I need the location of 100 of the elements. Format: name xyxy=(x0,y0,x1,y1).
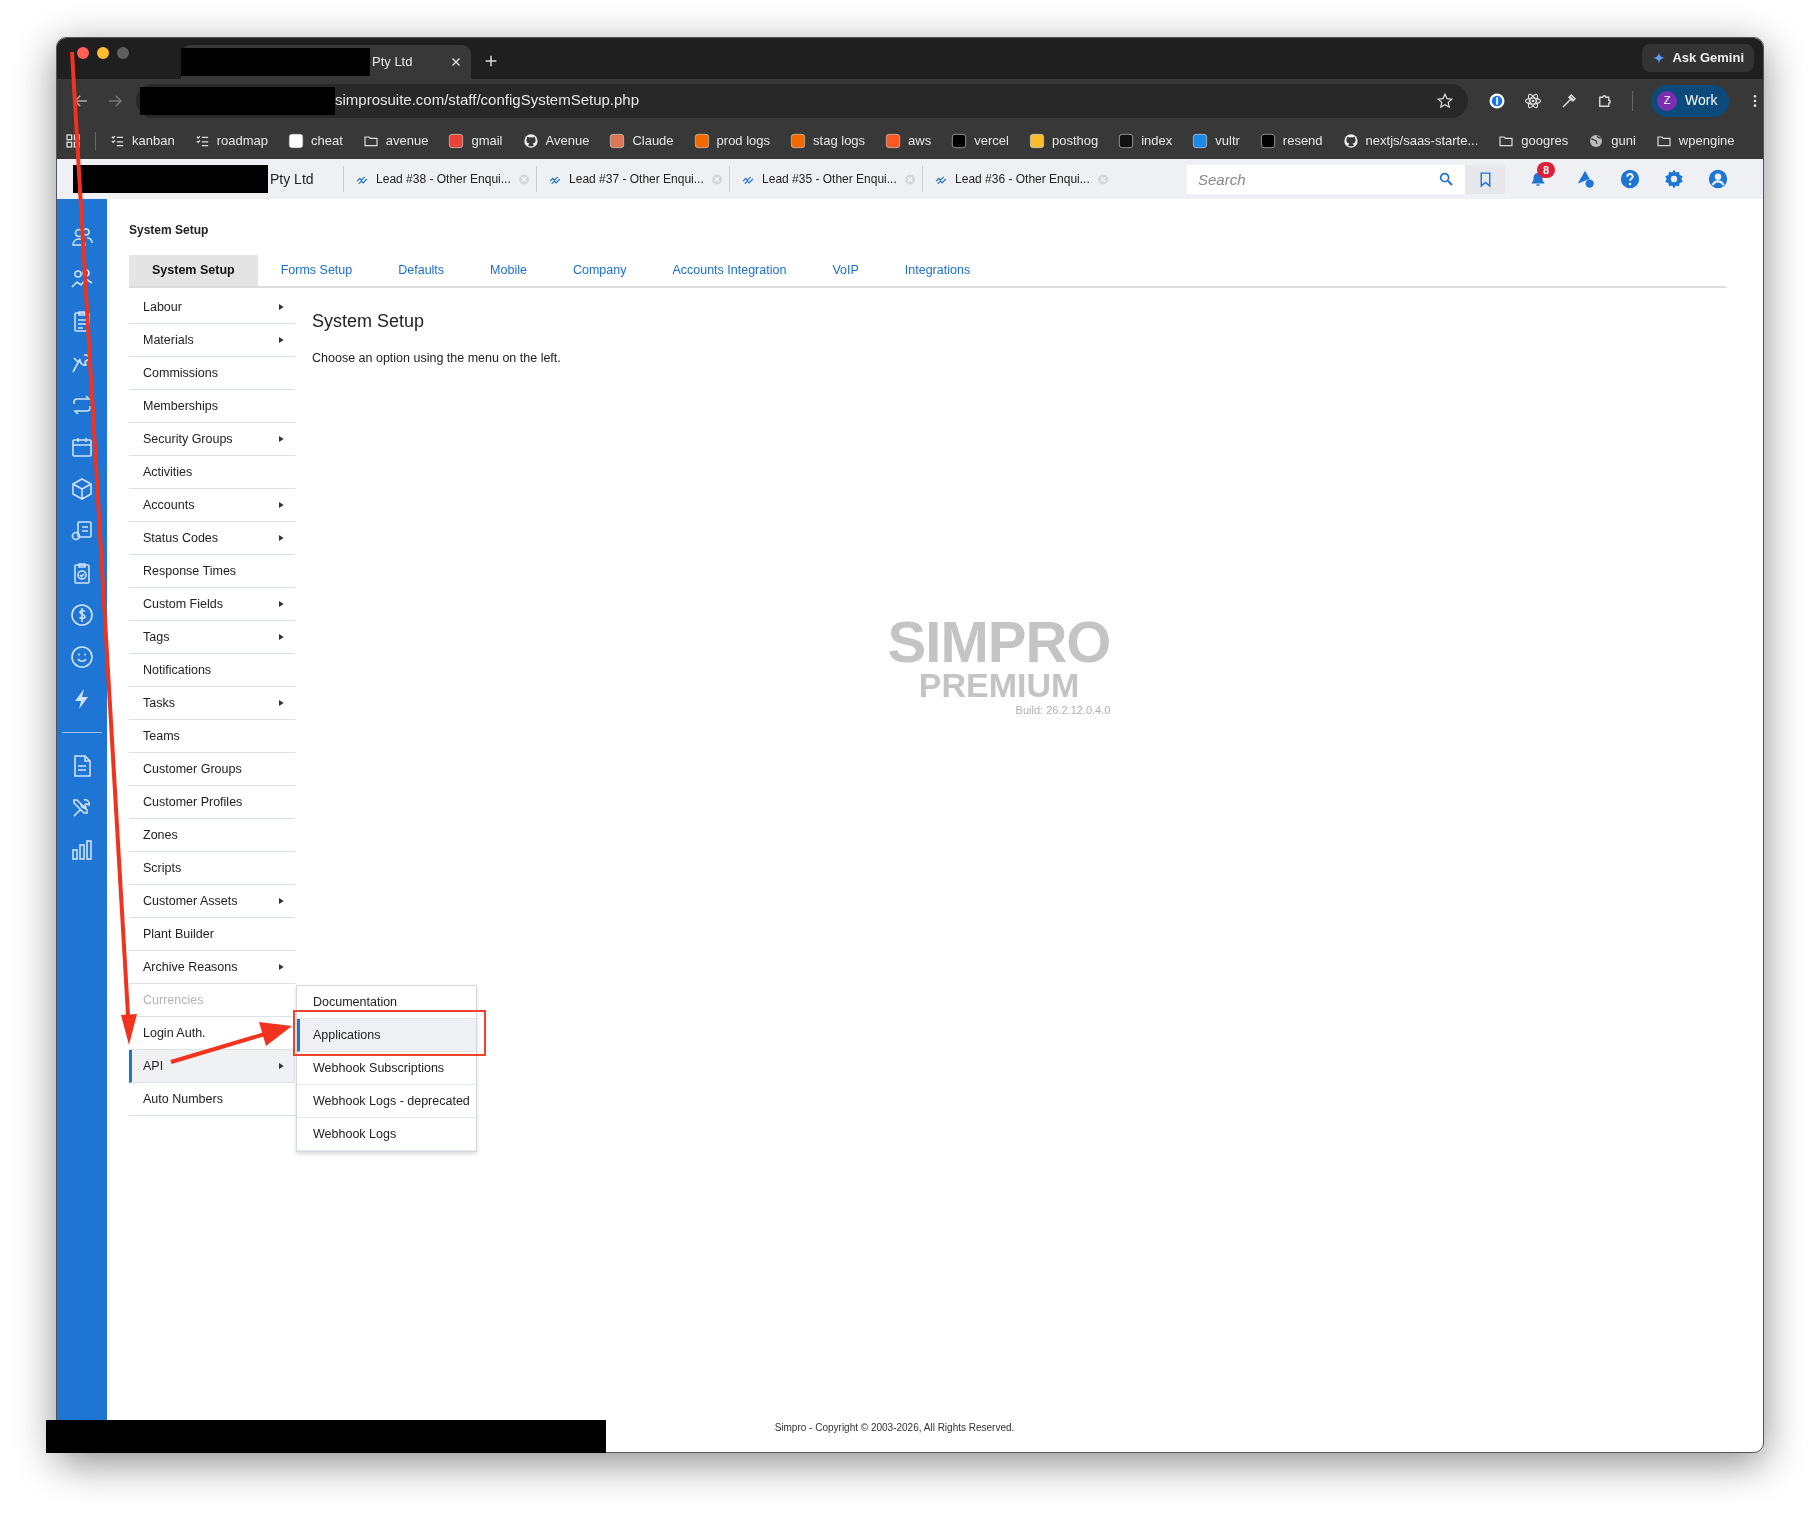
menu-item[interactable]: Customer Assets xyxy=(129,885,295,918)
address-bar[interactable]: simprosuite.com/staff/configSystemSetup.php xyxy=(136,83,1468,118)
atom-icon[interactable] xyxy=(1524,91,1542,110)
notifications-button[interactable]: 8 xyxy=(1523,164,1553,194)
bookmark[interactable]: stag logs xyxy=(790,130,866,151)
settings-icon[interactable] xyxy=(1663,168,1685,190)
browser-tab[interactable]: Pty Ltd xyxy=(181,45,471,79)
bookmark[interactable]: avenue xyxy=(362,130,429,151)
settings-tab[interactable]: Defaults xyxy=(375,255,468,286)
menu-item[interactable]: Tasks xyxy=(129,687,295,720)
checklist-icon xyxy=(194,133,210,148)
menu-item[interactable]: Auto Numbers xyxy=(129,1083,295,1116)
menu-item[interactable]: Notifications xyxy=(129,654,295,687)
calendar-icon[interactable] xyxy=(70,435,94,459)
bookmark[interactable]: Claude xyxy=(609,130,674,151)
document-circles-icon[interactable] xyxy=(70,519,94,543)
notification-count: 8 xyxy=(1537,161,1556,178)
bookmark[interactable]: index xyxy=(1118,130,1173,151)
menu-item[interactable]: Status Codes xyxy=(129,522,295,555)
bookmark[interactable]: vultr xyxy=(1192,130,1240,151)
settings-tab[interactable]: Accounts Integration xyxy=(649,255,810,286)
menu-item[interactable]: Teams xyxy=(129,720,295,753)
eyedropper-icon[interactable] xyxy=(1560,91,1578,110)
bookmark[interactable]: gmail xyxy=(448,130,503,151)
window-control-icon[interactable] xyxy=(97,47,109,59)
bookmark[interactable]: Avenue xyxy=(522,130,590,151)
octocat-icon xyxy=(522,132,539,149)
user-account-icon[interactable] xyxy=(1707,168,1729,190)
menu-item[interactable]: Memberships xyxy=(129,390,295,423)
repeat-icon[interactable] xyxy=(70,393,94,417)
bookmark[interactable]: cheat xyxy=(287,130,343,151)
record-tab[interactable]: Lead #35 - Other Enqui... xyxy=(729,166,922,192)
menu-item[interactable]: Response Times xyxy=(129,555,295,588)
bookmark[interactable]: posthog xyxy=(1028,130,1099,151)
submenu-arrow-icon xyxy=(277,534,285,542)
page-description: Choose an option using the menu on the left. xyxy=(312,350,562,367)
submenu-arrow-icon xyxy=(277,699,285,707)
menu-item[interactable]: Tags xyxy=(129,621,295,654)
window-control-icon[interactable] xyxy=(77,47,89,59)
record-tab[interactable]: Lead #36 - Other Enqui... xyxy=(922,166,1115,192)
menu-item[interactable]: Customer Groups xyxy=(129,753,295,786)
profile-button[interactable]: Z Work xyxy=(1651,84,1729,117)
menu-item[interactable]: Scripts xyxy=(129,852,295,885)
bookmark[interactable]: prod logs xyxy=(693,130,771,151)
bookmark[interactable]: roadmap xyxy=(194,130,268,151)
menu-item[interactable]: API xyxy=(129,1050,295,1083)
settings-tab[interactable]: VoIP xyxy=(809,255,882,286)
menu-item[interactable]: Custom Fields xyxy=(129,588,295,621)
bookmark[interactable]: vercel xyxy=(951,130,1009,151)
menu-item[interactable]: Commissions xyxy=(129,357,295,390)
new-tab-icon[interactable] xyxy=(483,53,499,69)
search-field[interactable]: Search xyxy=(1187,164,1465,194)
settings-tab[interactable]: System Setup xyxy=(129,255,258,286)
bar-chart-icon[interactable] xyxy=(70,838,94,862)
bookmark[interactable]: wpengine xyxy=(1655,130,1735,151)
settings-tab[interactable]: Mobile xyxy=(467,255,550,286)
submenu-arrow-icon xyxy=(277,435,285,443)
people-icon[interactable] xyxy=(70,225,94,249)
company-name: Pty Ltd xyxy=(270,169,314,189)
octocat-icon xyxy=(1342,132,1359,149)
search-icon xyxy=(1438,170,1454,187)
submenu-arrow-icon xyxy=(277,303,285,311)
submenu-item[interactable]: Webhook Logs xyxy=(297,1118,476,1151)
bookmark[interactable]: guni xyxy=(1588,130,1636,151)
tab-title: Pty Ltd xyxy=(372,53,414,72)
build-number: Build: 26.2.12.0.4.0 xyxy=(1015,702,1111,718)
menu-item[interactable]: Accounts xyxy=(129,489,295,522)
menu-item[interactable]: Zones xyxy=(129,819,295,852)
submenu-item[interactable]: Webhook Subscriptions xyxy=(297,1052,476,1085)
page-heading: System Setup xyxy=(312,310,426,333)
menu-item[interactable]: Customer Profiles xyxy=(129,786,295,819)
help-icon[interactable] xyxy=(1619,168,1641,190)
submenu-item[interactable]: Webhook Logs - deprecated xyxy=(297,1085,476,1118)
menu-item[interactable]: Labour xyxy=(129,291,295,324)
apps-grid-icon[interactable] xyxy=(65,132,81,149)
menu-item[interactable]: Materials xyxy=(129,324,295,357)
cube-icon[interactable] xyxy=(70,477,94,501)
submenu-item[interactable]: Applications xyxy=(297,1019,476,1052)
smiley-icon[interactable] xyxy=(70,645,94,669)
bookmark-button[interactable] xyxy=(1465,164,1505,194)
star-icon[interactable] xyxy=(1436,91,1454,110)
menu-item[interactable]: Plant Builder xyxy=(129,918,295,951)
menu-item[interactable]: Security Groups xyxy=(129,423,295,456)
record-tab[interactable]: Lead #37 - Other Enqui... xyxy=(536,166,729,192)
settings-tab[interactable]: Integrations xyxy=(881,255,994,286)
settings-tab[interactable]: Forms Setup xyxy=(257,255,376,286)
logo-edition: PREMIUM xyxy=(918,667,1080,702)
bookmark[interactable]: kanban xyxy=(110,130,175,151)
ask-gemini-button[interactable]: Ask Gemini xyxy=(1642,44,1754,72)
bookmark[interactable]: aws xyxy=(885,130,932,151)
dollar-icon[interactable] xyxy=(70,603,94,627)
logo-wordmark: SIMPRO xyxy=(887,615,1111,668)
record-tab[interactable]: Lead #38 - Other Enqui... xyxy=(343,166,536,192)
password-manager-icon[interactable] xyxy=(1488,91,1506,110)
menu-item[interactable]: Activities xyxy=(129,456,295,489)
bookmark[interactable]: nextjs/saas-starte... xyxy=(1342,130,1479,151)
bookmark[interactable]: googres xyxy=(1498,130,1569,151)
settings-tab[interactable]: Company xyxy=(549,255,650,286)
menu-item[interactable]: Archive Reasons xyxy=(129,951,295,984)
bookmark[interactable]: resend xyxy=(1259,130,1323,151)
